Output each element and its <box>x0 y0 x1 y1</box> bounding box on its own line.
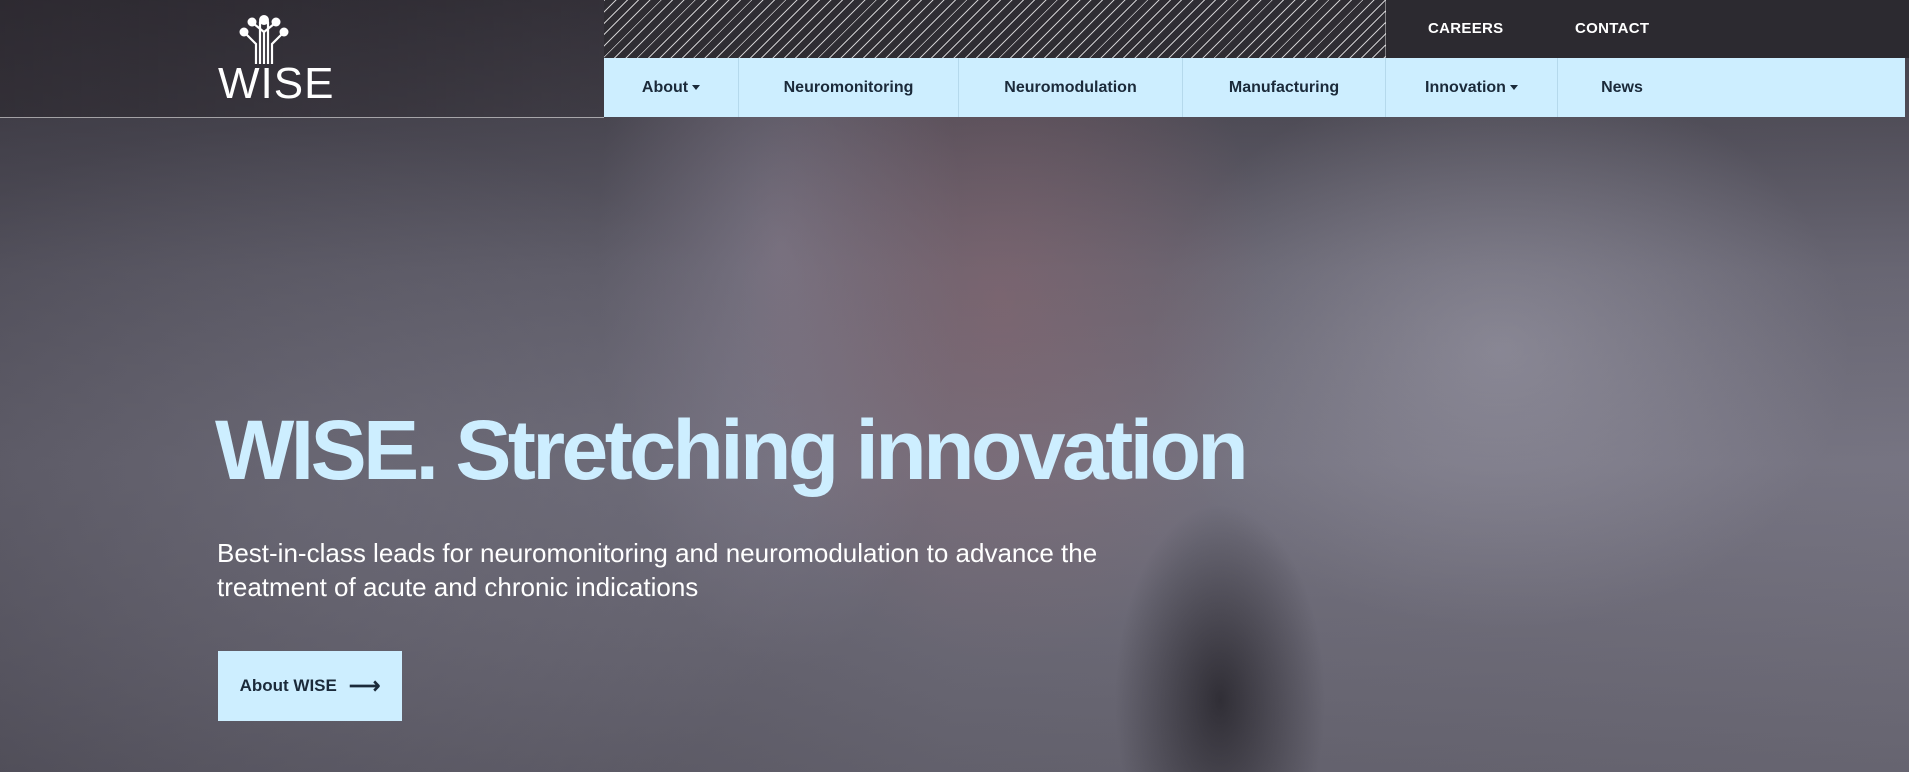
button-label: About WISE <box>239 676 337 695</box>
logo-area: WISE <box>0 0 604 118</box>
main-nav: About Neuromonitoring Neuromodulation Ma… <box>604 58 1905 117</box>
nav-item-news[interactable]: News <box>1558 58 1686 117</box>
utility-bar: CAREERS CONTACT <box>1386 0 1909 58</box>
arrow-right-icon: ⟶ <box>348 673 381 698</box>
wise-logo[interactable]: WISE <box>218 14 333 106</box>
nav-item-neuromonitoring[interactable]: Neuromonitoring <box>739 58 959 117</box>
nav-item-about[interactable]: About <box>604 58 739 117</box>
site-header: WISE CAREERS CONTACT About Neuromonitori… <box>0 0 1909 118</box>
decorative-stripes <box>604 0 1386 58</box>
caret-down-icon <box>1509 85 1518 90</box>
nav-item-label: Innovation <box>1425 78 1506 96</box>
nav-item-innovation[interactable]: Innovation <box>1386 58 1558 117</box>
caret-down-icon <box>692 85 701 90</box>
nav-item-label: News <box>1601 78 1643 96</box>
hero-subtitle: Best-in-class leads for neuromonitoring … <box>217 538 1098 602</box>
logo-wordmark: WISE <box>218 59 335 108</box>
about-wise-button[interactable]: About WISE ⟶ <box>218 651 402 721</box>
hero-title: WISE. Stretching innovation <box>215 403 1249 497</box>
nav-item-label: Neuromodulation <box>1004 78 1137 96</box>
nav-item-neuromodulation[interactable]: Neuromodulation <box>959 58 1183 117</box>
neuron-logo-icon <box>239 15 289 64</box>
nav-item-label: About <box>641 78 689 96</box>
nav-item-label: Neuromonitoring <box>783 78 914 96</box>
contact-link[interactable]: CONTACT <box>1575 20 1649 37</box>
careers-link[interactable]: CAREERS <box>1428 20 1503 37</box>
nav-item-label: Manufacturing <box>1228 78 1340 96</box>
nav-item-manufacturing[interactable]: Manufacturing <box>1183 58 1386 117</box>
